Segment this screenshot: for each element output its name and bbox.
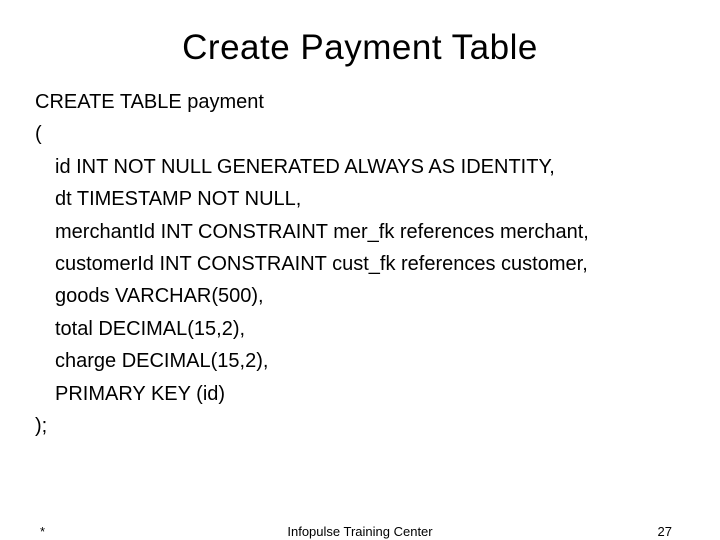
code-line: ( (35, 118, 685, 150)
code-line: customerId INT CONSTRAINT cust_fk refere… (35, 248, 685, 280)
footer-org: Infopulse Training Center (0, 524, 720, 539)
code-line: merchantId INT CONSTRAINT mer_fk referen… (35, 216, 685, 248)
code-line: CREATE TABLE payment (35, 86, 685, 118)
code-line: goods VARCHAR(500), (35, 280, 685, 312)
slide-number: 27 (658, 524, 672, 539)
code-line: id INT NOT NULL GENERATED ALWAYS AS IDEN… (35, 151, 685, 183)
code-line: dt TIMESTAMP NOT NULL, (35, 183, 685, 215)
slide-title: Create Payment Table (0, 0, 720, 86)
code-line: total DECIMAL(15,2), (35, 313, 685, 345)
code-line: PRIMARY KEY (id) (35, 378, 685, 410)
code-line: ); (35, 410, 685, 442)
code-line: charge DECIMAL(15,2), (35, 345, 685, 377)
sql-code-block: CREATE TABLE payment ( id INT NOT NULL G… (0, 86, 720, 442)
